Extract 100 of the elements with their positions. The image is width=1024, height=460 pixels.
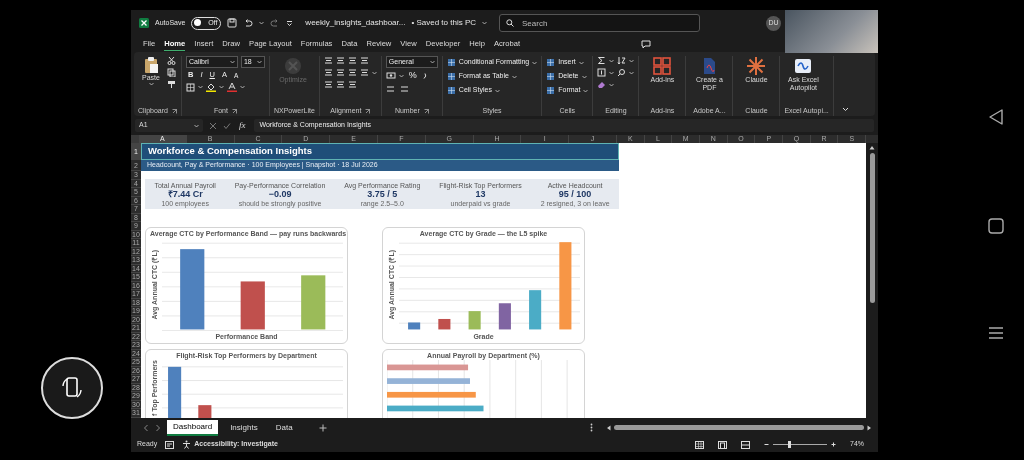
caret-icon[interactable] [371, 70, 377, 75]
grid-icon [546, 58, 556, 67]
eraser-icon[interactable] [597, 80, 607, 89]
page-break-icon[interactable] [741, 440, 750, 449]
caret-icon[interactable] [398, 73, 404, 78]
dialog-launcher-icon[interactable] [231, 108, 237, 114]
save-status: • Saved to this PC [411, 17, 477, 29]
search-field[interactable]: Search [499, 14, 701, 32]
scrollbar-thumb[interactable] [869, 153, 875, 303]
search-icon[interactable] [617, 68, 627, 77]
fill-down-icon[interactable] [597, 68, 607, 77]
customize-toolbar-icon[interactable] [286, 19, 294, 27]
undo-icon[interactable] [243, 18, 254, 28]
caret-icon[interactable] [581, 74, 587, 79]
save-icon[interactable] [227, 18, 238, 28]
kpi-value: 3.75 / 5 [367, 189, 398, 199]
align-icon[interactable] [359, 56, 369, 65]
normal-view-icon[interactable] [695, 440, 704, 449]
chart-bar [240, 281, 265, 330]
align-icon[interactable] [335, 80, 345, 89]
font-color-icon[interactable] [226, 82, 237, 93]
caret-icon[interactable] [239, 85, 245, 90]
caret-icon[interactable] [482, 21, 488, 25]
caret-icon[interactable] [532, 60, 538, 65]
align-icon[interactable] [323, 80, 333, 89]
back-icon[interactable] [988, 108, 1004, 126]
align-icon[interactable] [323, 56, 333, 65]
align-icon[interactable] [335, 56, 345, 65]
caret-icon[interactable] [609, 58, 615, 63]
borders-icon[interactable] [185, 82, 195, 92]
caret-icon[interactable] [194, 123, 199, 128]
accessibility-icon[interactable] [182, 440, 192, 449]
grid-icon [446, 72, 456, 81]
align-icon[interactable] [347, 68, 357, 77]
optimize-icon [282, 56, 303, 76]
more-options-icon[interactable] [590, 423, 593, 432]
dialog-launcher-icon[interactable] [365, 108, 371, 114]
sheet-tab[interactable]: Insights [224, 420, 264, 435]
spreadsheet-logo-icon [139, 18, 149, 28]
sum-icon[interactable] [597, 56, 607, 65]
add-sheet-icon[interactable] [318, 423, 327, 432]
kpi-value: −0.09 [268, 189, 292, 199]
align-icon[interactable] [347, 80, 357, 89]
dialog-launcher-icon[interactable] [423, 108, 429, 114]
enter-check-icon[interactable] [223, 121, 231, 130]
align-icon[interactable] [359, 68, 369, 77]
caret-icon[interactable] [609, 82, 615, 87]
currency-icon[interactable] [385, 71, 396, 81]
slider-thumb[interactable] [787, 441, 791, 448]
caret-icon[interactable] [259, 21, 265, 25]
sort-filter-icon[interactable] [617, 56, 627, 65]
zoom-in-icon[interactable] [831, 442, 836, 447]
scroll-right-icon[interactable] [867, 424, 872, 431]
scrollbar-thumb[interactable] [614, 425, 864, 430]
align-icon[interactable] [335, 68, 345, 77]
grid-icon [546, 86, 556, 95]
caret-icon[interactable] [229, 60, 235, 64]
grid-icon [446, 58, 456, 67]
decrease-decimal-icon[interactable] [398, 83, 409, 93]
fill-color-icon[interactable] [205, 82, 216, 93]
scroll-up-icon[interactable] [869, 145, 875, 150]
align-icon[interactable] [347, 56, 357, 65]
file-name: weekly_insights_dashboar... [305, 17, 406, 29]
caret-icon[interactable] [583, 88, 589, 93]
align-icon[interactable] [323, 68, 333, 77]
grid-icon [546, 72, 556, 81]
insert-function-button[interactable]: fx [237, 118, 248, 133]
chart-bar [528, 290, 541, 330]
increase-decimal-icon[interactable] [385, 83, 396, 93]
menu-icon[interactable] [988, 326, 1004, 340]
percent-style-button[interactable]: % [406, 71, 419, 81]
dialog-launcher-icon[interactable] [171, 108, 177, 114]
comment-icon[interactable] [641, 39, 652, 49]
caret-icon[interactable] [197, 85, 203, 90]
zoom-out-icon[interactable] [764, 442, 769, 447]
caret-icon[interactable] [218, 85, 224, 90]
sheet-tab[interactable]: Dashboard [167, 419, 219, 436]
chart-bar [468, 311, 481, 330]
caret-icon[interactable] [629, 70, 635, 75]
macro-record-icon[interactable] [165, 440, 175, 449]
scroll-left-icon[interactable] [606, 424, 611, 431]
cancel-icon[interactable] [209, 121, 217, 130]
comma-style-icon[interactable] [421, 71, 428, 81]
copy-icon[interactable] [167, 68, 176, 77]
caret-icon[interactable] [629, 58, 635, 63]
caret-icon[interactable] [429, 60, 435, 64]
caret-icon[interactable] [494, 88, 500, 93]
home-icon[interactable] [988, 218, 1004, 234]
collapse-ribbon-icon[interactable] [841, 107, 849, 112]
format-painter-icon[interactable] [167, 80, 176, 89]
kpi-value: ₹7.44 Cr [167, 189, 203, 199]
caret-icon[interactable] [609, 70, 615, 75]
page-layout-icon[interactable] [718, 440, 727, 449]
chart-bar [437, 319, 450, 330]
caret-icon[interactable] [256, 60, 262, 64]
sheet-tab[interactable]: Data [269, 420, 299, 435]
caret-icon[interactable] [578, 60, 584, 65]
cut-icon[interactable] [167, 56, 176, 65]
caret-icon[interactable] [148, 82, 154, 87]
caret-icon[interactable] [511, 74, 517, 79]
